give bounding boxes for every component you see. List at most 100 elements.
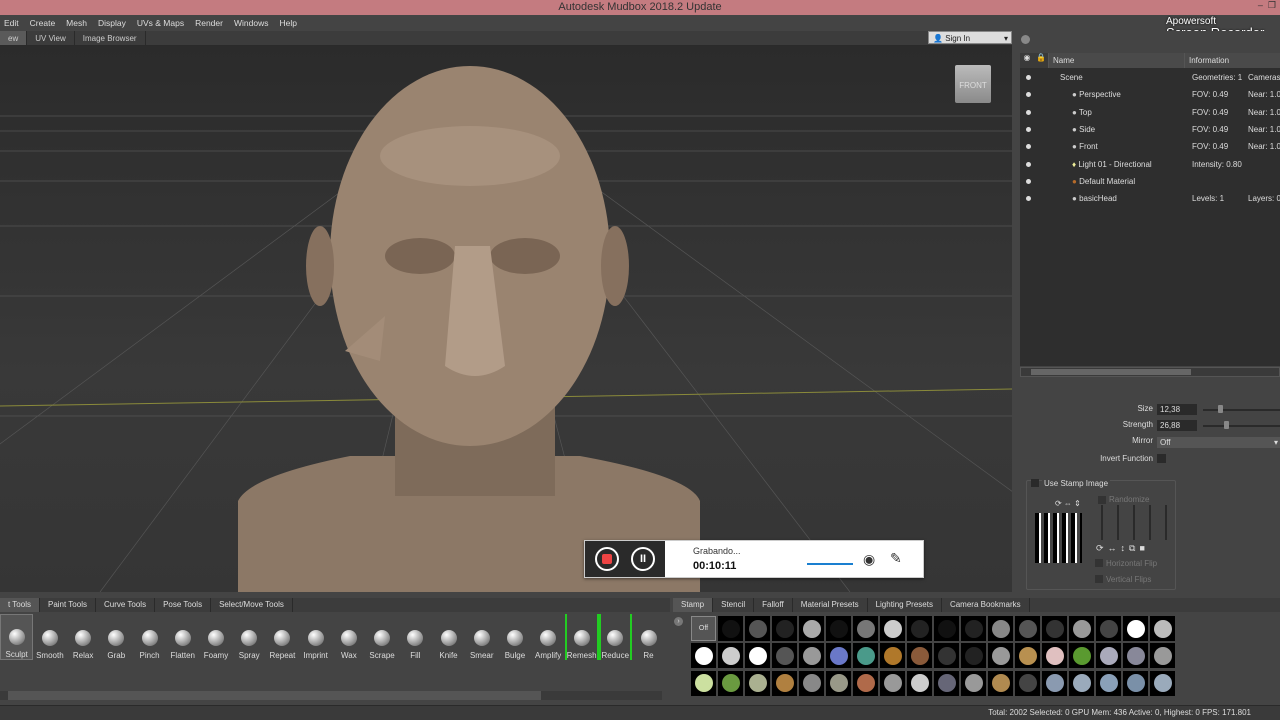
stamp-thumbnail[interactable] xyxy=(1042,616,1067,641)
visibility-eye-icon[interactable]: ◉ xyxy=(1020,53,1034,68)
stamp-thumbnail[interactable] xyxy=(961,616,986,641)
stamp-preview[interactable] xyxy=(1035,513,1082,563)
tool-wax[interactable]: Wax xyxy=(332,614,365,660)
column-information[interactable]: Information xyxy=(1184,53,1280,68)
view-cube[interactable]: FRONT xyxy=(955,65,991,103)
stamp-thumbnail[interactable] xyxy=(1123,670,1148,696)
stamp-thumbnail[interactable] xyxy=(1069,643,1094,669)
visibility-dot-icon[interactable] xyxy=(1026,75,1031,80)
tool-sculpt[interactable]: Sculpt xyxy=(0,614,34,660)
menu-help[interactable]: Help xyxy=(279,18,296,28)
tool-repeat[interactable]: Repeat xyxy=(266,614,299,660)
menu-edit[interactable]: Edit xyxy=(4,18,19,28)
menu-display[interactable]: Display xyxy=(98,18,126,28)
stamp-thumbnail[interactable] xyxy=(718,670,743,696)
visibility-dot-icon[interactable] xyxy=(1026,126,1031,132)
stamp-thumbnail[interactable] xyxy=(799,643,824,669)
tab-stamp[interactable]: Stamp xyxy=(673,598,714,612)
stamp-thumbnail[interactable] xyxy=(745,616,770,641)
vertical-flip-checkbox[interactable] xyxy=(1095,575,1103,583)
visibility-dot-icon[interactable] xyxy=(1026,144,1031,150)
stamp-thumbnail[interactable] xyxy=(961,643,986,669)
stamp-thumbnail[interactable] xyxy=(1069,616,1094,641)
tool-smooth[interactable]: Smooth xyxy=(33,614,66,660)
stamp-thumbnail[interactable] xyxy=(1150,616,1175,641)
outliner-row[interactable]: ● Top FOV: 0.49 Near: 1.0 xyxy=(1020,104,1280,121)
stamp-thumbnail[interactable] xyxy=(988,616,1013,641)
tool-grab[interactable]: Grab xyxy=(100,614,133,660)
stamp-thumbnail[interactable] xyxy=(1150,643,1175,669)
stamp-thumbnail[interactable] xyxy=(934,616,959,641)
randomize-checkbox[interactable] xyxy=(1098,496,1106,504)
stamp-thumbnail[interactable] xyxy=(988,643,1013,669)
size-input[interactable]: 12,38 xyxy=(1157,404,1197,415)
invert-function-checkbox[interactable] xyxy=(1157,454,1166,463)
visibility-dot-icon[interactable] xyxy=(1026,109,1031,115)
3d-viewport[interactable] xyxy=(0,46,1012,592)
visibility-dot-icon[interactable] xyxy=(1026,178,1031,184)
rotate-flip-icons[interactable]: ⟳ ⇔ ⇕ xyxy=(1055,499,1081,508)
stamp-thumbnail[interactable] xyxy=(772,670,797,696)
stamp-thumbnail[interactable] xyxy=(1123,643,1148,669)
stamp-thumbnail[interactable] xyxy=(961,670,986,696)
tab-uv-view[interactable]: UV View xyxy=(27,31,75,45)
visibility-dot-icon[interactable] xyxy=(1026,196,1031,202)
stamp-thumbnail[interactable] xyxy=(1015,616,1040,641)
tab-stencil[interactable]: Stencil xyxy=(713,598,755,612)
stamp-thumbnail[interactable] xyxy=(1096,670,1121,696)
tool-remesh[interactable]: Remesh xyxy=(564,614,599,660)
outliner-row[interactable]: ● Default Material xyxy=(1020,173,1280,190)
stamp-thumbnail[interactable] xyxy=(880,670,905,696)
outliner-row[interactable]: ♦ Light 01 - Directional Intensity: 0.80 xyxy=(1020,156,1280,173)
volume-bar[interactable] xyxy=(807,563,853,565)
stamp-thumbnail[interactable] xyxy=(1042,670,1067,696)
stamp-thumbnail[interactable] xyxy=(718,616,743,641)
stamp-thumbnail[interactable] xyxy=(853,616,878,641)
tool-fill[interactable]: Fill xyxy=(399,614,432,660)
tool-flatten[interactable]: Flatten xyxy=(166,614,199,660)
webcam-icon[interactable]: ◉ xyxy=(863,551,875,568)
outliner-row[interactable]: ● Side FOV: 0.49 Near: 1.0 xyxy=(1020,121,1280,138)
outliner-row[interactable]: ● Perspective FOV: 0.49 Near: 1.0 xyxy=(1020,86,1280,103)
tab-paint-tools[interactable]: Paint Tools xyxy=(40,598,96,612)
tab-image-browser[interactable]: Image Browser xyxy=(75,31,146,45)
size-slider-handle[interactable] xyxy=(1218,405,1224,413)
stamp-thumbnail[interactable] xyxy=(1015,643,1040,669)
stamp-thumbnail[interactable] xyxy=(772,643,797,669)
tool-re[interactable]: Re xyxy=(632,614,665,660)
stamp-thumbnail[interactable] xyxy=(718,643,743,669)
stamp-thumbnail[interactable] xyxy=(799,616,824,641)
stamp-thumbnail[interactable] xyxy=(988,670,1013,696)
strength-input[interactable]: 26,88 xyxy=(1157,420,1197,431)
use-stamp-checkbox[interactable] xyxy=(1031,479,1039,487)
tool-knife[interactable]: Knife xyxy=(432,614,465,660)
panel-close-icon[interactable] xyxy=(1021,35,1030,44)
stamp-thumbnail[interactable] xyxy=(745,670,770,696)
stamp-thumbnail[interactable] xyxy=(880,643,905,669)
tool-tray-scrollbar[interactable] xyxy=(0,691,662,700)
tab-3d-view[interactable]: ew xyxy=(0,31,28,45)
stamp-thumbnail[interactable] xyxy=(691,643,716,669)
tool-relax[interactable]: Relax xyxy=(67,614,100,660)
visibility-dot-icon[interactable] xyxy=(1026,161,1031,167)
stamp-thumbnail[interactable] xyxy=(934,670,959,696)
stamp-off[interactable]: Off xyxy=(691,616,716,641)
tab-pose-tools[interactable]: Pose Tools xyxy=(155,598,212,612)
mirror-dropdown[interactable]: Off ▾ xyxy=(1157,437,1280,448)
randomize-icons[interactable]: ⟳↔↕⧉■ xyxy=(1096,543,1149,554)
tool-smear[interactable]: Smear xyxy=(465,614,498,660)
column-name[interactable]: Name xyxy=(1048,53,1184,68)
stamp-thumbnail[interactable] xyxy=(691,670,716,696)
horizontal-flip-checkbox[interactable] xyxy=(1095,559,1103,567)
tool-scrape[interactable]: Scrape xyxy=(365,614,398,660)
stamp-thumbnail[interactable] xyxy=(772,616,797,641)
tool-foamy[interactable]: Foamy xyxy=(199,614,232,660)
randomize-sliders[interactable] xyxy=(1096,505,1168,540)
stamp-thumbnail[interactable] xyxy=(799,670,824,696)
pause-recording-button[interactable]: II xyxy=(631,547,655,571)
lock-icon[interactable]: 🔒 xyxy=(1034,53,1048,68)
stamp-thumbnail[interactable] xyxy=(1096,616,1121,641)
menu-render[interactable]: Render xyxy=(195,18,223,28)
menu-uvs-maps[interactable]: UVs & Maps xyxy=(137,18,184,28)
outliner-row[interactable]: ● basicHead Levels: 1 Layers: 0 xyxy=(1020,190,1280,207)
